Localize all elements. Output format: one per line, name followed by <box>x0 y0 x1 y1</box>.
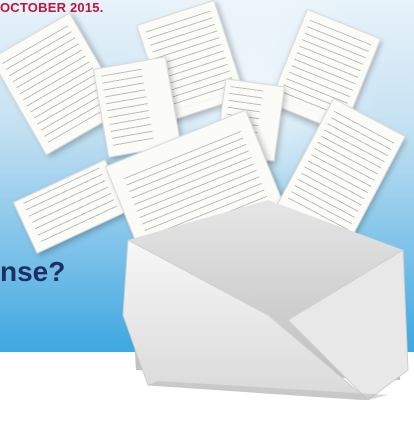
headline-fragment: nse? <box>0 256 66 287</box>
date-heading: OCTOBER 2015. <box>0 0 104 15</box>
envelope-icon <box>122 200 409 400</box>
